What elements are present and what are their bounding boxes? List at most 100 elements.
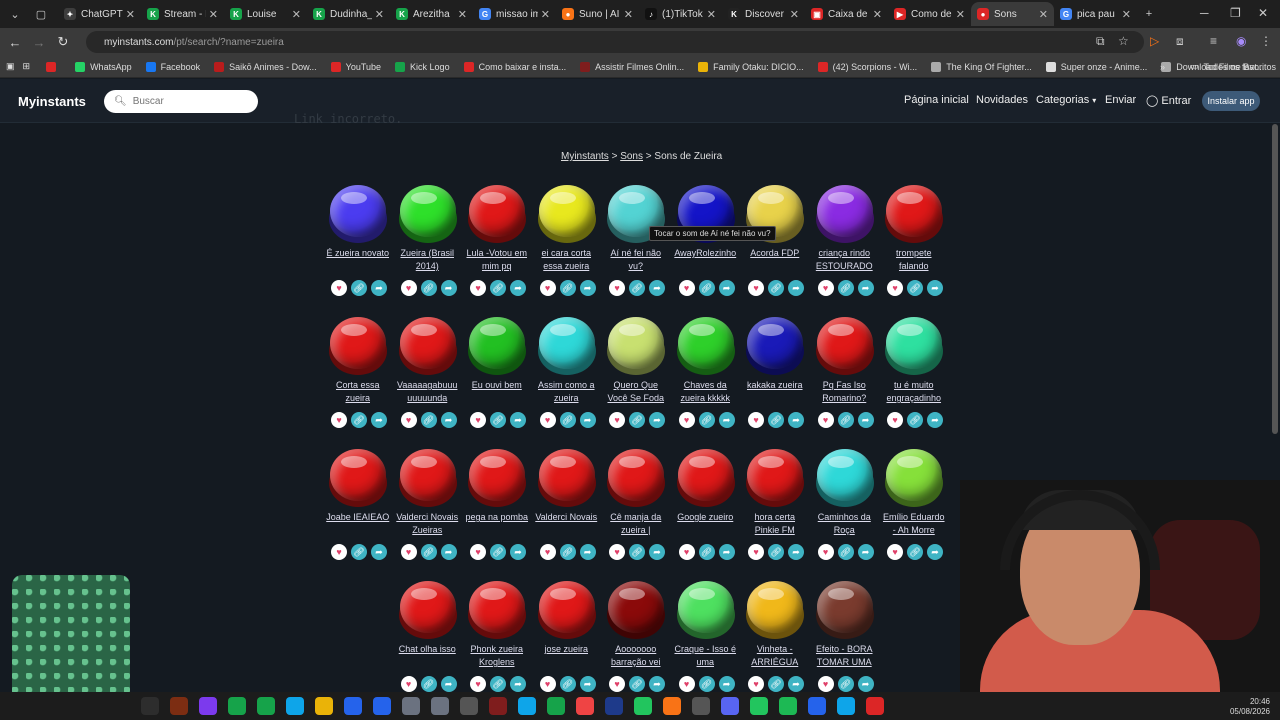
share-icon[interactable]: ➦: [649, 280, 665, 296]
sound-link[interactable]: pega na pomba: [462, 511, 532, 524]
share-icon[interactable]: ➦: [649, 544, 665, 560]
extension-icon[interactable]: ▷: [1150, 34, 1159, 48]
favorite-heart-icon[interactable]: ♥: [678, 412, 695, 428]
favorite-heart-icon[interactable]: ♥: [748, 544, 764, 560]
favorite-heart-icon[interactable]: ♥: [539, 280, 556, 296]
favorite-heart-icon[interactable]: ♥: [539, 412, 556, 428]
favorite-heart-icon[interactable]: ♥: [470, 280, 486, 296]
taskbar-app-icon[interactable]: [837, 697, 855, 715]
favorite-heart-icon[interactable]: ♥: [887, 544, 903, 560]
taskbar-app-icon[interactable]: [692, 697, 710, 715]
copy-link-icon[interactable]: 🔗︎: [420, 412, 437, 428]
copy-link-icon[interactable]: 🔗︎: [907, 544, 923, 560]
copy-link-icon[interactable]: 🔗︎: [768, 412, 784, 428]
play-sound-button[interactable]: [468, 449, 526, 507]
tab-close-icon[interactable]: ✕: [541, 8, 550, 21]
extensions-puzzle-icon[interactable]: ⧈: [1176, 34, 1184, 49]
site-logo[interactable]: Myinstants: [18, 94, 86, 109]
nav-news[interactable]: Novidades: [976, 94, 1028, 106]
share-icon[interactable]: ➦: [440, 412, 457, 428]
copy-link-icon[interactable]: 🔗︎: [559, 280, 576, 296]
copy-link-icon[interactable]: 🔗︎: [629, 676, 645, 692]
taskbar-app-icon[interactable]: [286, 697, 304, 715]
share-icon[interactable]: ➦: [371, 280, 387, 296]
taskbar-app-icon[interactable]: [431, 697, 449, 715]
tab-close-icon[interactable]: ✕: [375, 8, 384, 21]
sound-link[interactable]: Aooooooo barração vei: [601, 643, 671, 669]
share-icon[interactable]: ➦: [579, 544, 596, 560]
copy-link-icon[interactable]: 🔗︎: [490, 544, 506, 560]
sound-link[interactable]: Google zueiro: [671, 511, 741, 524]
sound-link[interactable]: tu é muito engraçadinho: [879, 379, 949, 405]
play-sound-button[interactable]: [537, 185, 596, 243]
copy-link-icon[interactable]: 🔗︎: [420, 544, 437, 560]
tab-close-icon[interactable]: ✕: [292, 8, 301, 21]
copy-link-icon[interactable]: 🔗︎: [698, 280, 715, 296]
copy-link-icon[interactable]: 🔗︎: [698, 544, 715, 560]
share-icon[interactable]: ➦: [718, 544, 735, 560]
share-icon[interactable]: ➦: [649, 676, 665, 692]
taskbar-app-icon[interactable]: [779, 697, 797, 715]
sound-link[interactable]: Eu ouvi bem: [462, 379, 532, 392]
copy-link-icon[interactable]: 🔗︎: [698, 676, 715, 692]
play-sound-button[interactable]: [537, 449, 596, 507]
play-sound-button[interactable]: [676, 449, 735, 507]
copy-link-icon[interactable]: 🔗︎: [907, 412, 923, 428]
favorite-heart-icon[interactable]: ♥: [539, 676, 556, 692]
more-bookmarks-icon[interactable]: »: [1160, 62, 1165, 72]
favorite-heart-icon[interactable]: ♥: [470, 544, 486, 560]
breadcrumb-root[interactable]: Myinstants: [561, 151, 609, 162]
taskbar-app-icon[interactable]: [605, 697, 623, 715]
nav-login[interactable]: ◯ Entrar: [1146, 94, 1191, 107]
close-window-icon[interactable]: ✕: [1258, 6, 1268, 20]
taskbar-app-icon[interactable]: [866, 697, 884, 715]
play-sound-button[interactable]: [607, 449, 665, 507]
sound-link[interactable]: Acorda FDP: [740, 247, 810, 260]
favorite-heart-icon[interactable]: ♥: [887, 412, 903, 428]
play-sound-button[interactable]: [815, 449, 874, 507]
sound-link[interactable]: Chat olha isso: [393, 643, 463, 656]
maximize-icon[interactable]: ❐: [1230, 6, 1241, 20]
play-sound-button[interactable]: [537, 581, 596, 639]
tab-close-icon[interactable]: ✕: [624, 8, 633, 21]
bookmark-item[interactable]: Saikō Animes - Dow...: [214, 61, 317, 72]
bookmark-item[interactable]: Facebook: [145, 61, 200, 72]
url-field[interactable]: myinstants.com/pt/search/?name=zueira: [86, 31, 1144, 53]
favorite-heart-icon[interactable]: ♥: [539, 544, 556, 560]
new-tab-button[interactable]: +: [1138, 3, 1160, 25]
share-icon[interactable]: ➦: [718, 412, 735, 428]
apps-grid-icon[interactable]: ⊞: [23, 61, 31, 72]
bookmark-star-icon[interactable]: ☆: [1118, 34, 1129, 48]
favorite-heart-icon[interactable]: ♥: [470, 412, 486, 428]
play-sound-button[interactable]: [537, 317, 596, 375]
sound-link[interactable]: Craque - Isso é uma: [671, 643, 741, 669]
play-sound-button[interactable]: [329, 185, 387, 243]
copy-link-icon[interactable]: 🔗︎: [629, 280, 645, 296]
nav-home[interactable]: Página inicial: [904, 94, 969, 106]
tab-close-icon[interactable]: ✕: [707, 8, 716, 21]
sound-link[interactable]: ei cara corta essa zueira: [532, 247, 602, 273]
play-sound-button[interactable]: [398, 581, 457, 639]
favorite-heart-icon[interactable]: ♥: [678, 280, 695, 296]
tab-close-icon[interactable]: ✕: [873, 8, 882, 21]
tab-search-icon[interactable]: ⌄: [4, 3, 26, 25]
tab[interactable]: Gpica pau ✕: [1054, 2, 1137, 26]
taskbar-app-icon[interactable]: [344, 697, 362, 715]
sound-link[interactable]: Quero Que Você Se Foda: [601, 379, 671, 405]
bookmark-item[interactable]: Como baixar e insta...: [463, 61, 566, 72]
bookmark-item[interactable]: (42) Scorpions - Wi...: [817, 61, 917, 72]
favorite-heart-icon[interactable]: ♥: [609, 280, 625, 296]
share-icon[interactable]: ➦: [857, 280, 874, 296]
bookmark-item[interactable]: Assistir Filmes Onlin...: [580, 61, 684, 72]
bookmark-item[interactable]: Super onze - Anime...: [1045, 61, 1147, 72]
taskbar-app-icon[interactable]: [808, 697, 826, 715]
share-icon[interactable]: ➦: [510, 544, 526, 560]
share-icon[interactable]: ➦: [718, 676, 735, 692]
share-icon[interactable]: ➦: [371, 412, 387, 428]
copy-link-icon[interactable]: 🔗︎: [351, 544, 367, 560]
taskbar-app-icon[interactable]: [228, 697, 246, 715]
profile-icon[interactable]: ◉: [1236, 34, 1246, 48]
bookmark-item[interactable]: Family Otaku: DICIO...: [698, 61, 804, 72]
tab[interactable]: K Louise ✕: [224, 2, 307, 26]
copy-link-icon[interactable]: 🔗︎: [629, 412, 645, 428]
